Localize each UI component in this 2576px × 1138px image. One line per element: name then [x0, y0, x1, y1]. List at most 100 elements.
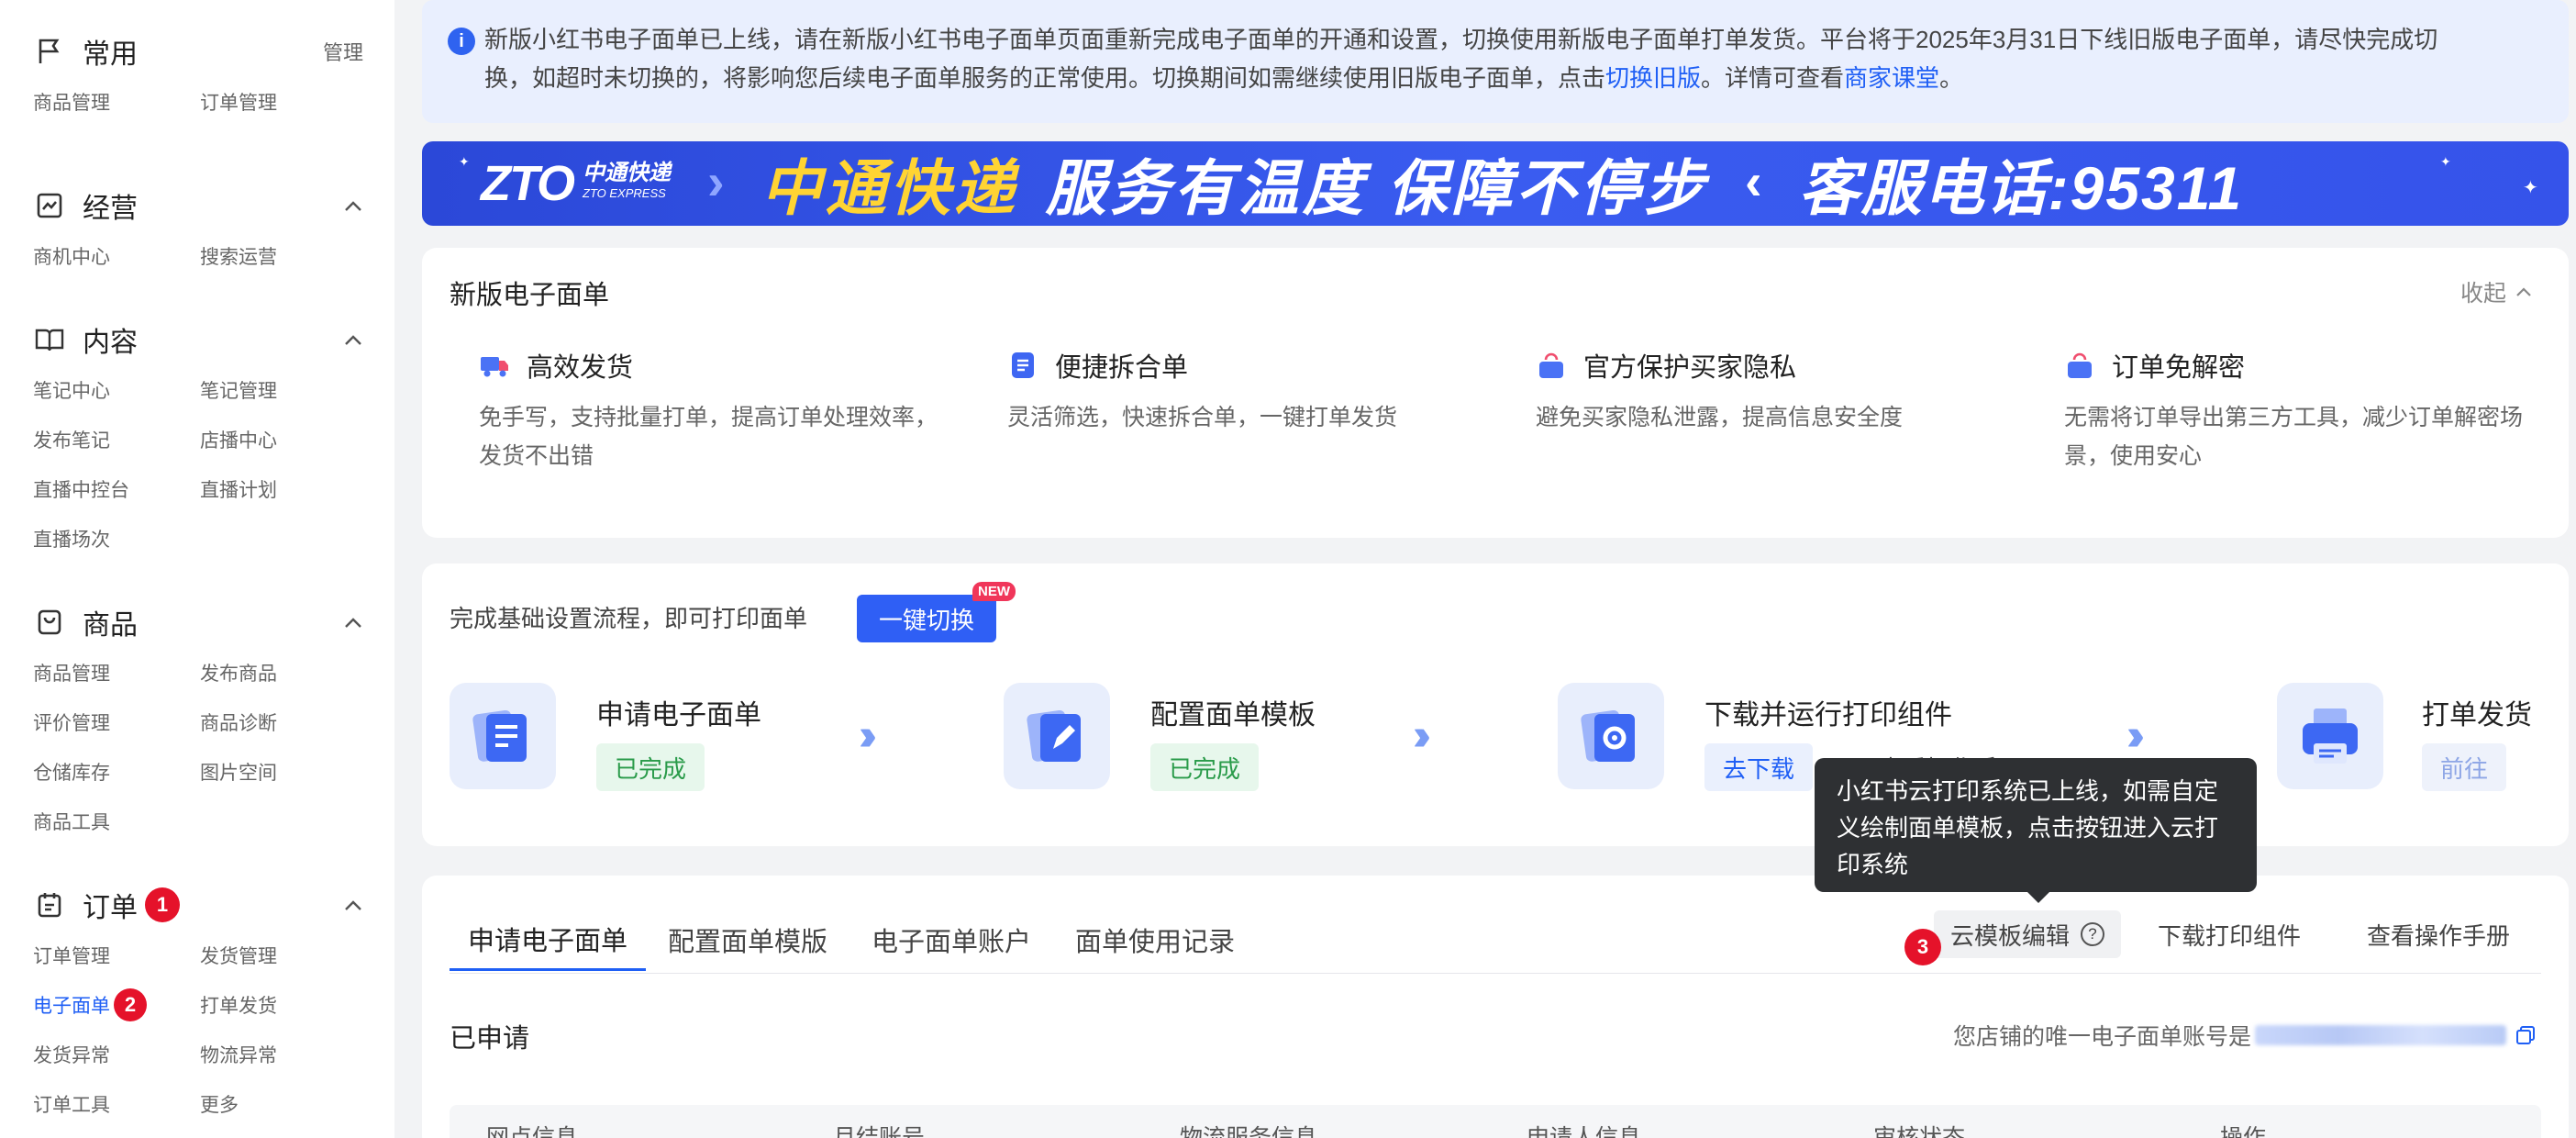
sidebar-item-goods-tools[interactable]: 商品工具	[33, 797, 200, 846]
sidebar: 常用 管理 商品管理 订单管理 经营 商机中心 搜索运营 内容 笔记中心 笔记管…	[0, 0, 394, 1138]
shopping-bag-icon	[1536, 350, 1567, 381]
feature-title: 官方保护买家隐私	[1583, 353, 1797, 383]
tab-apply-waybill[interactable]: 申请电子面单	[450, 909, 647, 971]
arrow-right-icon: ›››	[859, 711, 877, 760]
go-button[interactable]: 前往	[2422, 743, 2507, 791]
sidebar-section-title: 常用	[83, 39, 138, 70]
tab-usage-records[interactable]: 面单使用记录	[1053, 909, 1257, 971]
chevron-up-icon[interactable]	[343, 612, 363, 632]
feature-item: 高效发货 免手写，支持批量打单，提高订单处理效率，发货不出错	[479, 345, 938, 475]
collapse-button[interactable]: 收起	[2460, 275, 2532, 308]
sidebar-section-title: 订单	[83, 893, 138, 923]
chevron-up-icon[interactable]	[343, 895, 363, 915]
sidebar-section-ops: 经营 商机中心 搜索运营	[33, 180, 363, 281]
sidebar-item-goods-diagnosis[interactable]: 商品诊断	[200, 697, 367, 747]
step-marker-badge: 3	[1904, 929, 1941, 965]
gear-component-icon	[1558, 683, 1664, 789]
copy-icon[interactable]	[2515, 1025, 2536, 1045]
sidebar-item-notes-center[interactable]: 笔记中心	[33, 365, 200, 415]
cloud-print-tooltip: 小红书云打印系统已上线，如需自定义绘制面单模板，点击按钮进入云打印系统	[1815, 758, 2257, 892]
manage-link[interactable]: 管理	[323, 37, 363, 66]
one-click-switch-button[interactable]: 一键切换	[857, 595, 996, 642]
step-title: 下载并运行打印组件	[1704, 700, 1952, 731]
notice-banner: i 新版小红书电子面单已上线，请在新版小红书电子面单页面重新完成电子面单的开通和…	[422, 0, 2569, 123]
sidebar-item-image-space[interactable]: 图片空间	[200, 747, 367, 797]
applied-title: 已申请	[450, 1024, 530, 1054]
arrow-right-icon: ›››	[1413, 711, 1431, 760]
sidebar-item-biz-center[interactable]: 商机中心	[33, 231, 200, 281]
sidebar-item-live-sessions[interactable]: 直播场次	[33, 514, 200, 563]
sidebar-item-print-ship[interactable]: 打单发货	[200, 980, 367, 1030]
feature-desc: 免手写，支持批量打单，提高订单处理效率，发货不出错	[479, 405, 938, 469]
chevron-up-icon[interactable]	[343, 195, 363, 216]
chart-icon	[33, 189, 66, 222]
sidebar-item-more[interactable]: 更多	[200, 1079, 367, 1129]
sidebar-section-orders: 订单 1 订单管理 发货管理 电子面单 2 打单发货 发货异常 物流异常 订单工具…	[33, 879, 363, 1129]
step-title: 申请电子面单	[596, 700, 761, 731]
sidebar-section-common: 常用 管理 商品管理 订单管理	[33, 26, 363, 127]
chevron-up-icon[interactable]	[343, 329, 363, 350]
sidebar-item-shipping-manage[interactable]: 发货管理	[200, 931, 367, 980]
sidebar-item-inventory[interactable]: 仓储库存	[33, 747, 200, 797]
sidebar-item-live-console[interactable]: 直播中控台	[33, 464, 200, 514]
feature-item: 官方保护买家隐私 避免买家隐私泄露，提高信息安全度	[1536, 345, 1994, 437]
feature-desc: 灵活筛选，快速拆合单，一键打单发货	[1007, 405, 1398, 430]
flag-icon	[33, 35, 66, 68]
info-icon: i	[448, 28, 475, 55]
zto-ad-banner[interactable]: ✦ ✦ ✦ ✦ ZTO 中通快递 ZTO EXPRESS › 中通快递 服务有温度…	[422, 141, 2569, 226]
column-header: 操作	[2220, 1125, 2267, 1138]
sidebar-item-order-tools[interactable]: 订单工具	[33, 1079, 200, 1129]
cloud-template-edit-button[interactable]: 云模板编辑?	[1934, 910, 2122, 958]
feature-item: 便捷拆合单 灵活筛选，快速拆合单，一键打单发货	[1007, 345, 1466, 437]
account-number: 您店铺的唯一电子面单账号是	[1953, 1019, 2536, 1052]
sidebar-item-ship-exception[interactable]: 发货异常	[33, 1030, 200, 1079]
merchant-class-link[interactable]: 商家课堂	[1844, 64, 1939, 92]
notice-line-1: 新版小红书电子面单已上线，请在新版小红书电子面单页面重新完成电子面单的开通和设置…	[484, 26, 2438, 53]
zto-logo: ZTO	[481, 156, 575, 211]
sidebar-item-goods-manage[interactable]: 商品管理	[33, 77, 200, 127]
step-title: 打单发货	[2422, 700, 2532, 731]
tab-bar: 申请电子面单 配置面单模版 电子面单账户 面单使用记录	[450, 909, 1257, 971]
sidebar-item-e-waybill[interactable]: 电子面单 2	[33, 980, 200, 1030]
sidebar-item-publish-goods[interactable]: 发布商品	[200, 648, 367, 697]
printer-icon	[2277, 683, 2383, 789]
go-download-button[interactable]: 去下载	[1704, 743, 1814, 791]
sidebar-item-review-manage[interactable]: 评价管理	[33, 697, 200, 747]
chevron-up-icon	[2516, 287, 2531, 296]
view-manual-button[interactable]: 查看操作手册	[2367, 910, 2510, 958]
features-card: 新版电子面单 收起 高效发货 免手写，支持批量打单，提高订单处理效率，发货不出错…	[422, 248, 2569, 538]
doc-icon	[1007, 350, 1038, 381]
sidebar-item-goods-manage[interactable]: 商品管理	[33, 648, 200, 697]
chevron-right-icon: ›	[707, 151, 725, 210]
clipboard-icon	[33, 888, 66, 921]
sidebar-item-order-manage[interactable]: 订单管理	[200, 77, 367, 127]
column-header: 审核状态	[1873, 1125, 1966, 1138]
feature-title: 高效发货	[527, 353, 634, 383]
bag-icon	[33, 606, 66, 639]
new-badge: NEW	[972, 582, 1016, 601]
sidebar-section-title: 内容	[83, 328, 138, 358]
sidebar-item-search-ops[interactable]: 搜索运营	[200, 231, 367, 281]
download-print-component-button[interactable]: 下载打印组件	[2158, 910, 2301, 958]
sidebar-item-logistics-exception[interactable]: 物流异常	[200, 1030, 367, 1079]
column-header: 物流服务信息	[1180, 1125, 1318, 1138]
column-header: 月结账号	[833, 1125, 926, 1138]
sidebar-item-order-manage[interactable]: 订单管理	[33, 931, 200, 980]
sidebar-item-notes-manage[interactable]: 笔记管理	[200, 365, 367, 415]
book-icon	[33, 323, 66, 356]
waybill-icon	[450, 683, 556, 789]
shopping-bag-icon	[2064, 350, 2095, 381]
tab-config-template[interactable]: 配置面单模版	[646, 909, 849, 971]
step-marker-badge: 2	[114, 988, 147, 1021]
sidebar-item-live-center[interactable]: 店播中心	[200, 415, 367, 464]
arrow-right-icon: ›››	[2126, 711, 2145, 760]
sidebar-item-live-plan[interactable]: 直播计划	[200, 464, 367, 514]
switch-old-link[interactable]: 切换旧版	[1605, 64, 1701, 92]
column-header: 网点信息	[486, 1125, 579, 1138]
step-title: 配置面单模板	[1150, 700, 1316, 731]
sidebar-section-goods: 商品 商品管理 发布商品 评价管理 商品诊断 仓储库存 图片空间 商品工具	[33, 597, 363, 846]
setup-title: 完成基础设置流程，即可打印面单	[450, 605, 808, 632]
sidebar-item-publish-note[interactable]: 发布笔记	[33, 415, 200, 464]
tab-waybill-account[interactable]: 电子面单账户	[849, 909, 1053, 971]
divider	[450, 973, 2541, 974]
